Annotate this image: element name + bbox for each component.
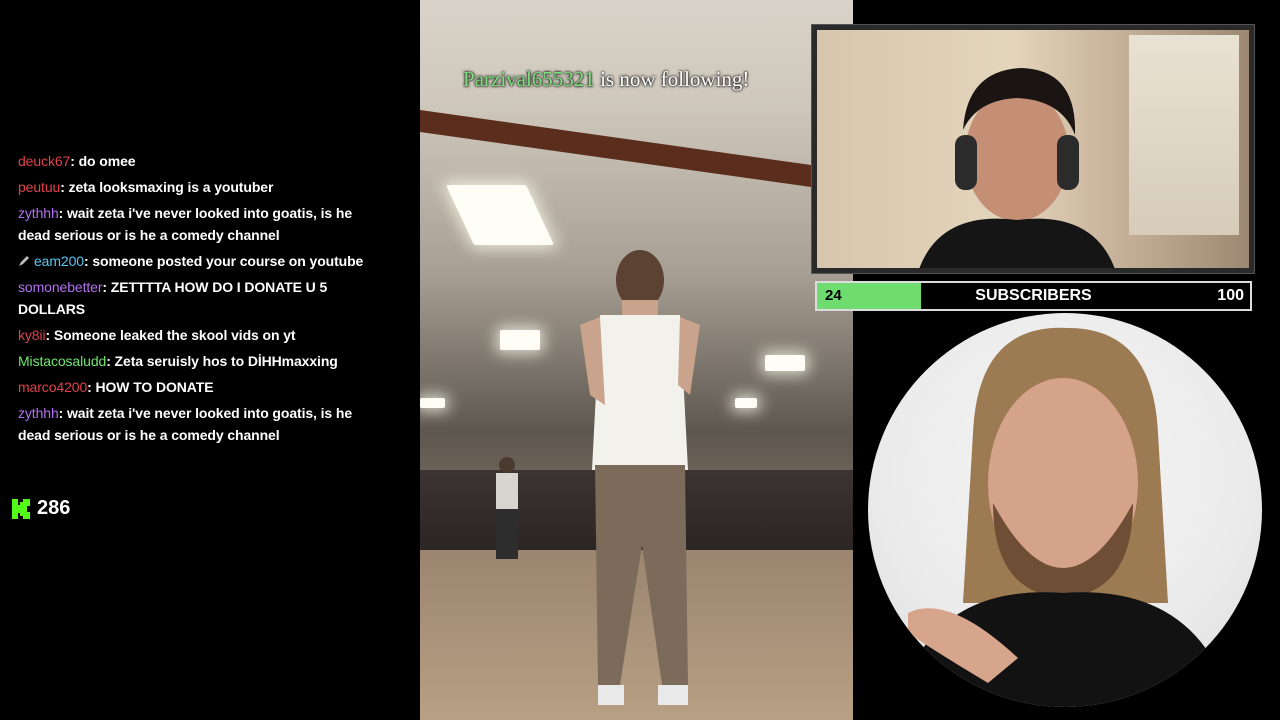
follow-alert: Parzival655321 is now following! xyxy=(463,67,749,92)
chat-text: : zeta looksmaxing is a youtuber xyxy=(60,179,274,195)
chat-username[interactable]: marco4200 xyxy=(18,379,87,395)
follow-alert-text: is now following! xyxy=(594,67,750,91)
video-background-person xyxy=(496,457,518,559)
chat-message: marco4200: HOW TO DONATE xyxy=(18,376,378,398)
subscriber-goal-count: 100 xyxy=(1217,287,1244,304)
guest-figure xyxy=(898,327,1233,707)
chat-username[interactable]: deuck67 xyxy=(18,153,70,169)
subscriber-goal-label: SUBSCRIBERS xyxy=(975,287,1092,304)
chat-text: : wait zeta i've never looked into goati… xyxy=(18,205,353,243)
chat-text: : Zeta seruisly hos to DİHHmaxxing xyxy=(106,353,338,369)
chat-message: somonebetter: ZETTTTA HOW DO I DONATE U … xyxy=(18,276,378,320)
pen-icon xyxy=(19,256,29,266)
chat-username[interactable]: Mistacosaludd xyxy=(18,353,106,369)
webcam-streamer-figure xyxy=(919,68,1115,268)
chat-message: deuck67: do omee xyxy=(18,150,378,172)
video-ceiling-light xyxy=(735,398,757,408)
video-person-figure xyxy=(580,250,700,705)
subscriber-current-count: 24 xyxy=(825,287,842,304)
video-ceiling-light xyxy=(446,185,554,245)
subscriber-goal-bar: SUBSCRIBERS 24 100 xyxy=(815,281,1252,311)
chat-message: peutuu: zeta looksmaxing is a youtuber xyxy=(18,176,378,198)
chat-text: : wait zeta i've never looked into goati… xyxy=(18,405,353,443)
chat-text: : Someone leaked the skool vids on yt xyxy=(45,327,296,343)
streamer-webcam[interactable] xyxy=(811,24,1255,274)
video-ceiling-beam xyxy=(420,110,853,193)
chat-text: : do omee xyxy=(70,153,136,169)
video-ceiling-light xyxy=(420,398,445,408)
chat-panel: deuck67: do omee peutuu: zeta looksmaxing… xyxy=(18,150,378,450)
follower-name: Parzival655321 xyxy=(463,67,595,91)
guest-circle-webcam[interactable] xyxy=(868,313,1262,707)
chat-username[interactable]: peutuu xyxy=(18,179,60,195)
main-video[interactable] xyxy=(420,0,853,720)
chat-message: zythhh: wait zeta i've never looked into… xyxy=(18,402,378,446)
video-ceiling-light xyxy=(500,330,540,350)
chat-message: zythhh: wait zeta i've never looked into… xyxy=(18,202,378,246)
video-ceiling-light xyxy=(765,355,805,371)
chat-username[interactable]: ky8ii xyxy=(18,327,46,343)
chat-text: : someone posted your course on youtube xyxy=(84,253,364,269)
chat-text: : HOW TO DONATE xyxy=(87,379,214,395)
chat-username[interactable]: eam200 xyxy=(34,253,84,269)
viewer-count: 286 xyxy=(37,497,71,519)
chat-username[interactable]: zythhh xyxy=(18,405,59,421)
chat-message: ky8ii: Someone leaked the skool vids on … xyxy=(18,324,378,346)
chat-message: eam200: someone posted your course on yo… xyxy=(18,250,378,272)
kick-logo-icon xyxy=(12,498,30,519)
chat-username[interactable]: somonebetter xyxy=(18,279,103,295)
webcam-shoe-shelf xyxy=(1129,35,1239,235)
chat-username[interactable]: zythhh xyxy=(18,205,59,221)
chat-message: Mistacosaludd: Zeta seruisly hos to DİHH… xyxy=(18,350,378,372)
viewer-count-display: 286 xyxy=(12,497,70,520)
